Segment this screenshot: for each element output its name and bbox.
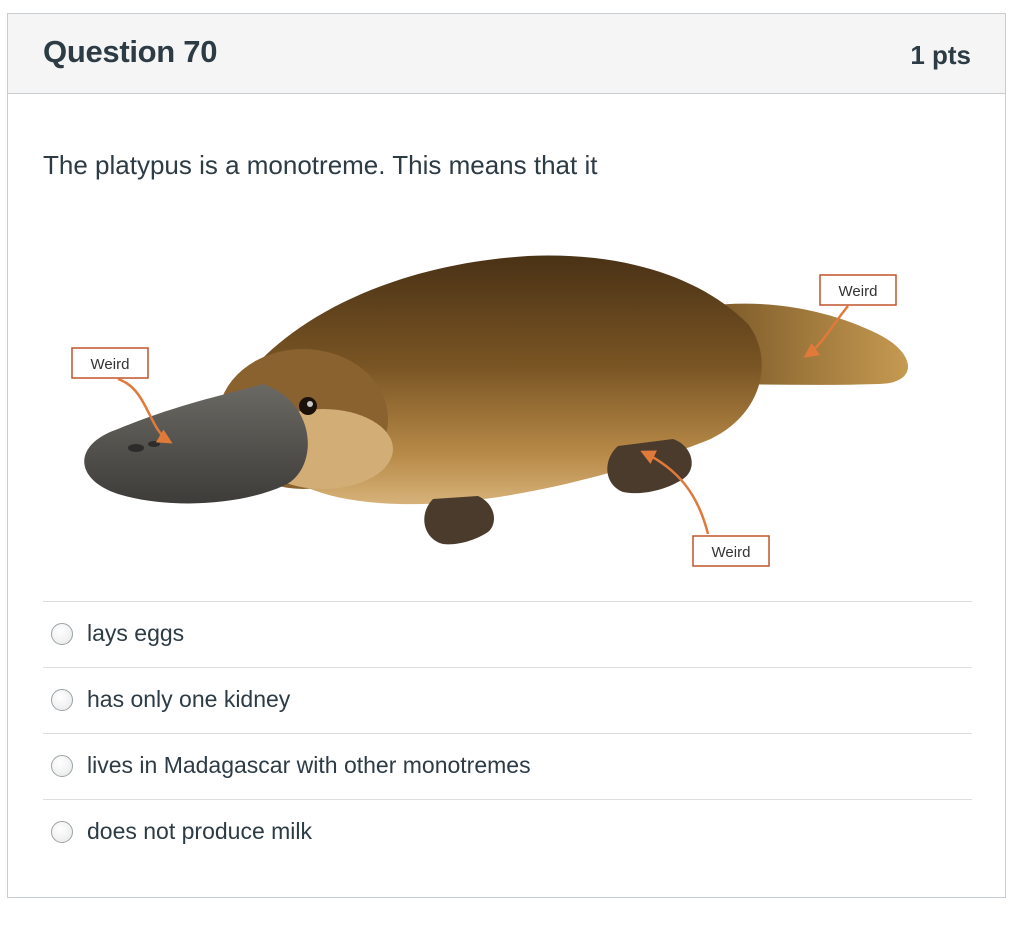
question-title: Question 70	[43, 34, 218, 69]
answer-label[interactable]: lives in Madagascar with other monotreme…	[87, 752, 531, 779]
answer-option[interactable]: lays eggs	[43, 601, 972, 667]
radio-button[interactable]	[51, 821, 73, 843]
answer-label[interactable]: has only one kidney	[87, 686, 290, 713]
answer-label[interactable]: lays eggs	[87, 620, 184, 647]
answer-option[interactable]: does not produce milk	[43, 799, 972, 865]
question-header: Question 70 1 pts	[8, 14, 1005, 94]
radio-button[interactable]	[51, 755, 73, 777]
annotation-label-tail: Weird	[839, 283, 878, 300]
annotation-label-foot: Weird	[712, 544, 751, 561]
answer-option[interactable]: lives in Madagascar with other monotreme…	[43, 733, 972, 799]
platypus-image: Weird Weird Weird	[71, 255, 908, 567]
answer-option[interactable]: has only one kidney	[43, 667, 972, 733]
annotation-label-bill: Weird	[91, 356, 130, 373]
radio-button[interactable]	[51, 689, 73, 711]
platypus-back-foot	[607, 439, 692, 494]
answer-label[interactable]: does not produce milk	[87, 818, 312, 845]
question-card: Question 70 1 pts The platypus is a mono…	[7, 13, 1006, 898]
platypus-bill	[84, 384, 308, 504]
radio-button[interactable]	[51, 623, 73, 645]
platypus-front-foot	[424, 496, 494, 545]
question-points: 1 pts	[910, 40, 971, 70]
question-prompt: The platypus is a monotreme. This means …	[43, 150, 598, 180]
answer-list: lays eggs has only one kidney lives in M…	[43, 601, 972, 865]
